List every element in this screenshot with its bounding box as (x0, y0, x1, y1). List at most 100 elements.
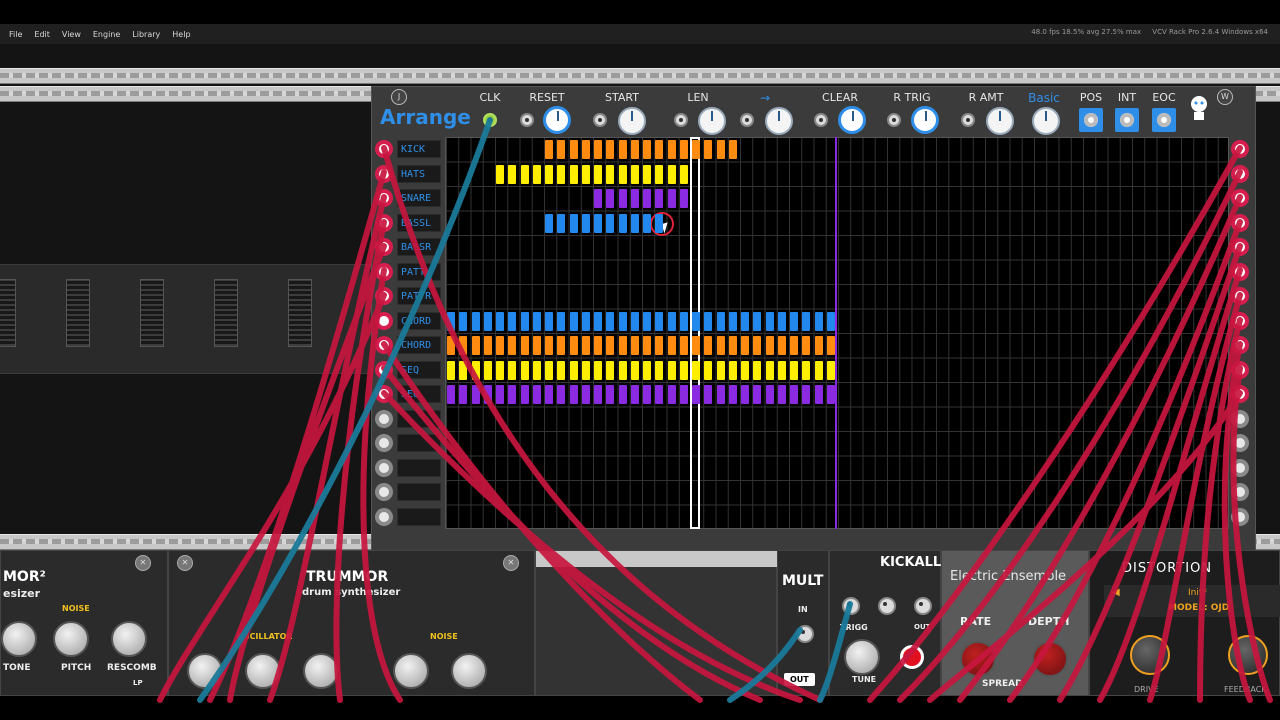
sequence-step[interactable] (618, 189, 627, 208)
sequence-step[interactable] (557, 385, 566, 404)
sequence-step[interactable] (667, 140, 676, 159)
sequence-step[interactable] (790, 385, 798, 404)
sequence-step[interactable] (741, 385, 749, 404)
sequence-step[interactable] (520, 360, 529, 380)
track-label[interactable]: PATTR (397, 287, 441, 305)
sequence-step[interactable] (594, 385, 602, 404)
track-label[interactable]: KICK (397, 140, 441, 158)
sequence-step[interactable] (459, 360, 468, 380)
sequence-step[interactable] (667, 336, 676, 355)
noise-knob-1[interactable] (393, 653, 429, 689)
sequence-step[interactable] (606, 189, 615, 208)
sequence-step[interactable] (741, 311, 749, 331)
sequence-step[interactable] (581, 360, 590, 380)
sequence-step[interactable] (606, 360, 615, 380)
track-label[interactable] (397, 458, 441, 477)
sequence-step[interactable] (630, 140, 639, 159)
sequence-step[interactable] (667, 360, 676, 380)
sequence-step[interactable] (630, 164, 639, 184)
sequence-step[interactable] (630, 311, 639, 331)
sequence-step[interactable] (447, 360, 455, 380)
sequence-step[interactable] (655, 164, 664, 184)
sequence-step[interactable] (496, 336, 504, 355)
track-label[interactable]: PATTL (397, 262, 441, 281)
sequence-step[interactable] (520, 164, 529, 184)
trigg-jack[interactable] (842, 597, 860, 615)
feedback-knob[interactable] (1228, 635, 1268, 675)
sequence-step[interactable] (753, 311, 762, 331)
sequence-step[interactable] (606, 164, 615, 184)
sequence-step[interactable] (814, 385, 823, 404)
menu-library[interactable]: Library (126, 30, 166, 39)
sequence-step[interactable] (557, 360, 566, 380)
sequence-step[interactable] (704, 385, 713, 404)
module-mult[interactable]: MULT IN OUT (777, 550, 829, 696)
sequence-step[interactable] (569, 213, 578, 233)
prev-preset-icon[interactable]: ◀ (1112, 587, 1120, 598)
sequence-step[interactable] (508, 385, 517, 404)
sequence-step[interactable] (716, 360, 725, 380)
sequence-step[interactable] (679, 385, 688, 404)
arrange-module[interactable]: J W Arrange CLK RESET START LEN → CLEAR … (371, 86, 1256, 552)
sequence-step[interactable] (557, 336, 566, 355)
sequence-step[interactable] (581, 311, 590, 331)
sequence-step[interactable] (594, 189, 602, 208)
sequence-step[interactable] (569, 336, 578, 355)
sequence-step[interactable] (569, 360, 578, 380)
sequence-step[interactable] (447, 311, 455, 331)
sequence-step[interactable] (557, 164, 566, 184)
track-label[interactable]: BASSL (397, 213, 441, 232)
sequence-step[interactable] (630, 385, 639, 404)
sequence-step[interactable] (667, 385, 676, 404)
reset-button[interactable] (543, 106, 571, 134)
sequence-step[interactable] (532, 311, 541, 331)
sequence-step[interactable] (777, 311, 786, 331)
track-output-jack[interactable] (1231, 262, 1249, 281)
sequence-step[interactable] (765, 311, 774, 331)
sequence-step[interactable] (728, 385, 737, 404)
sequence-step[interactable] (569, 164, 578, 184)
sequence-step[interactable] (520, 311, 529, 331)
sequence-step[interactable] (496, 385, 504, 404)
sequence-step[interactable] (545, 336, 553, 355)
len-input-jack[interactable] (674, 113, 688, 127)
sequence-step[interactable] (728, 360, 737, 380)
clear-input-jack[interactable] (814, 113, 828, 127)
sequence-step[interactable] (777, 385, 786, 404)
module-kickall[interactable]: KICKALL TRIGG OUT TUNE (829, 550, 941, 696)
sequencer-grid[interactable] (445, 137, 1229, 529)
tone-knob[interactable] (1, 621, 37, 657)
sequence-step[interactable] (483, 311, 492, 331)
sequence-step[interactable] (508, 164, 517, 184)
sequence-step[interactable] (728, 311, 737, 331)
sequence-step[interactable] (643, 164, 651, 184)
sequence-step[interactable] (594, 336, 602, 355)
track-output-jack[interactable] (1231, 311, 1249, 330)
eoc-output-button[interactable] (1152, 108, 1176, 132)
rtrig-button[interactable] (911, 106, 939, 134)
sequence-step[interactable] (802, 311, 811, 331)
track-label[interactable]: HATS (397, 164, 441, 183)
sequence-step[interactable] (716, 385, 725, 404)
sequence-step[interactable] (581, 336, 590, 355)
sequence-step[interactable] (459, 311, 468, 331)
sequence-step[interactable] (483, 336, 492, 355)
track-label[interactable]: BASSR (397, 238, 441, 256)
sequence-step[interactable] (606, 140, 615, 159)
sequence-step[interactable] (581, 385, 590, 404)
sequence-step[interactable] (679, 311, 688, 331)
noise-knob-2[interactable] (451, 653, 487, 689)
sequence-step[interactable] (508, 360, 517, 380)
sequence-step[interactable] (655, 385, 664, 404)
track-input-jack[interactable] (375, 483, 393, 501)
track-output-jack[interactable] (1231, 238, 1249, 256)
sequence-step[interactable] (483, 360, 492, 380)
sequence-step[interactable] (581, 164, 590, 184)
basic-knob[interactable] (1032, 107, 1060, 135)
track-output-jack[interactable] (1231, 434, 1249, 452)
track-label[interactable]: SEQ (397, 385, 441, 403)
sequence-step[interactable] (655, 360, 664, 380)
track-label[interactable]: SNARE (397, 189, 441, 207)
sequence-step[interactable] (667, 189, 676, 208)
sequence-step[interactable] (704, 360, 713, 380)
